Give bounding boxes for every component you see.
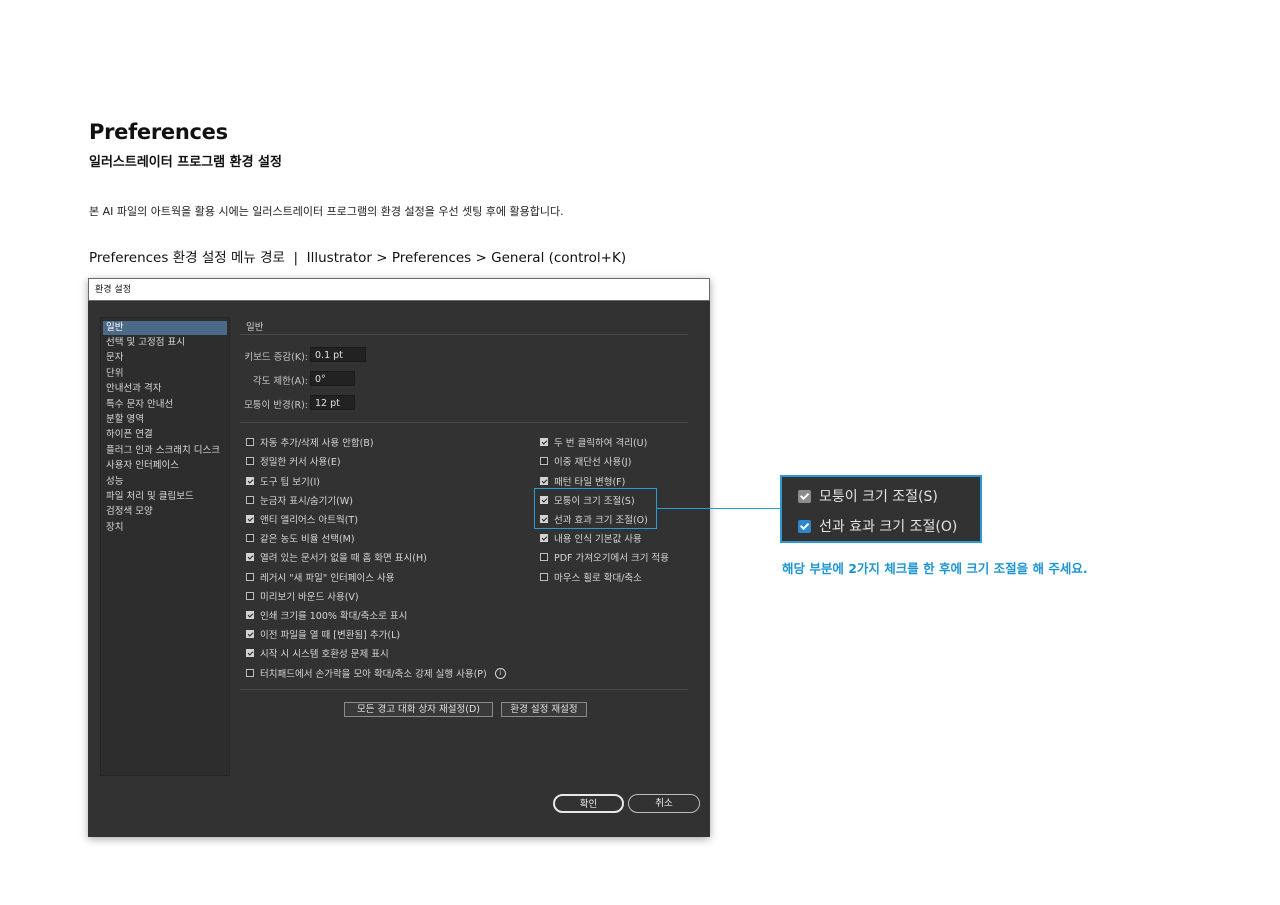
option-precise-cursors[interactable]: 정밀한 커서 사용(E) <box>246 454 341 468</box>
option-append-converted[interactable]: 이전 파일을 열 때 [변환됨] 추가(L) <box>246 627 400 641</box>
option-anti-aliased-artwork[interactable]: 앤티 앨리어스 아트웍(T) <box>246 512 358 526</box>
option-show-hide-rulers[interactable]: 눈금자 표시/숨기기(W) <box>246 493 353 507</box>
sidebar-item-units[interactable]: 단위 <box>103 367 227 381</box>
option-transform-pattern-tiles[interactable]: 패턴 타일 변형(F) <box>540 474 625 488</box>
checkbox-checked[interactable] <box>246 611 254 619</box>
checkbox-checked[interactable] <box>246 630 254 638</box>
checkbox[interactable] <box>246 573 254 581</box>
constrain-angle-label: 각도 제한(A): <box>252 376 308 387</box>
option-touchpad-pinch-zoom[interactable]: 터치패드에서 손가락을 모아 확대/축소 강제 실행 사용(P) i <box>246 666 506 680</box>
sidebar-item-user-interface[interactable]: 사용자 인터페이스 <box>103 459 227 473</box>
page-description: 본 AI 파일의 아트웍을 활용 시에는 일러스트레이터 프로그램의 환경 설정… <box>89 205 564 218</box>
preferences-dialog: 환경 설정 일반 선택 및 고정점 표시 문자 단위 안내선과 격자 특수 문자… <box>88 278 710 837</box>
checkbox-checked[interactable] <box>540 438 548 446</box>
option-content-aware-defaults[interactable]: 내용 인식 기본값 사용 <box>540 531 642 545</box>
sidebar-item-plugins[interactable]: 플러그 인과 스크래치 디스크 <box>103 444 227 458</box>
option-disable-auto-add-delete[interactable]: 자동 추가/삭제 사용 안함(B) <box>246 435 374 449</box>
sidebar-item-devices[interactable]: 장치 <box>103 521 227 535</box>
cancel-button[interactable]: 취소 <box>628 794 700 813</box>
ok-button[interactable]: 확인 <box>553 794 624 813</box>
sidebar-item-slices[interactable]: 분할 영역 <box>103 413 227 427</box>
section-title: 일반 <box>246 322 264 333</box>
callout-option-scale-strokes: 선과 효과 크기 조절(O) <box>798 516 957 536</box>
checkbox-checked[interactable] <box>246 553 254 561</box>
checkbox[interactable] <box>540 457 548 465</box>
sidebar-item-smart-guides[interactable]: 특수 문자 안내선 <box>103 398 227 412</box>
option-pdf-import-scale[interactable]: PDF 가져오기에서 크기 적용 <box>540 550 669 564</box>
section-divider <box>240 334 688 335</box>
sidebar-item-guides-grid[interactable]: 안내선과 격자 <box>103 382 227 396</box>
checkbox-checked-icon <box>798 519 811 533</box>
keyboard-increment-input[interactable]: 0.1 pt <box>310 347 366 362</box>
checkbox-checked[interactable] <box>540 477 548 485</box>
sidebar-item-selection[interactable]: 선택 및 고정점 표시 <box>103 336 227 350</box>
sidebar-item-type[interactable]: 문자 <box>103 351 227 365</box>
checkbox-checked[interactable] <box>246 649 254 657</box>
checkbox[interactable] <box>540 553 548 561</box>
checkbox[interactable] <box>246 496 254 504</box>
constrain-angle-input[interactable]: 0° <box>310 371 355 386</box>
options-divider <box>240 689 688 690</box>
checkbox-checked[interactable] <box>246 477 254 485</box>
option-japanese-crop-marks[interactable]: 이중 재단선 사용(J) <box>540 454 631 468</box>
callout-option-scale-corners: 모퉁이 크기 조절(S) <box>798 486 938 506</box>
sidebar-item-hyphenation[interactable]: 하이픈 연결 <box>103 428 227 442</box>
option-show-tool-tips[interactable]: 도구 팁 보기(I) <box>246 474 320 488</box>
option-preview-bounds[interactable]: 미리보기 바운드 사용(V) <box>246 589 359 603</box>
sidebar-item-file-handling[interactable]: 파일 처리 및 클립보드 <box>103 490 227 504</box>
checkbox[interactable] <box>246 669 254 677</box>
checkbox[interactable] <box>246 592 254 600</box>
reset-preferences-button[interactable]: 환경 설정 재설정 <box>501 702 587 717</box>
checkbox-checked-icon <box>798 489 811 503</box>
sidebar-item-black-appearance[interactable]: 검정색 모양 <box>103 505 227 519</box>
callout-connector <box>656 508 780 509</box>
reset-warnings-button[interactable]: 모든 경고 대화 상자 재설정(D) <box>344 702 493 717</box>
checkbox[interactable] <box>540 573 548 581</box>
highlight-box <box>534 488 657 529</box>
checkbox-checked[interactable] <box>246 515 254 523</box>
option-legacy-new-file[interactable]: 레거시 "새 파일" 인터페이스 사용 <box>246 570 394 584</box>
option-zoom-with-wheel[interactable]: 마우스 휠로 확대/축소 <box>540 570 642 584</box>
option-double-click-isolate[interactable]: 두 번 클릭하여 격리(U) <box>540 435 647 449</box>
fields-divider <box>240 422 688 423</box>
checkbox[interactable] <box>246 438 254 446</box>
option-select-same-tint[interactable]: 같은 농도 비율 선택(M) <box>246 531 355 545</box>
category-sidebar: 일반 선택 및 고정점 표시 문자 단위 안내선과 격자 특수 문자 안내선 분… <box>100 317 230 776</box>
page-title: Preferences <box>89 120 228 144</box>
checkbox[interactable] <box>246 534 254 542</box>
option-print-size-100[interactable]: 인쇄 크기를 100% 확대/축소로 표시 <box>246 608 407 622</box>
option-show-home-screen[interactable]: 열려 있는 문서가 없을 때 홈 화면 표시(H) <box>246 550 427 564</box>
corner-radius-input[interactable]: 12 pt <box>310 395 355 410</box>
option-show-compat-issues[interactable]: 시작 시 시스템 호환성 문제 표시 <box>246 646 389 660</box>
callout-note: 해당 부분에 2가지 체크를 한 후에 크기 조절을 해 주세요. <box>782 561 1088 576</box>
dialog-title: 환경 설정 <box>88 278 710 301</box>
corner-radius-label: 모퉁이 반경(R): <box>244 400 308 411</box>
callout-box: 모퉁이 크기 조절(S) 선과 효과 크기 조절(O) <box>780 475 982 543</box>
page-subtitle: 일러스트레이터 프로그램 환경 설정 <box>89 155 282 170</box>
info-icon[interactable]: i <box>494 667 506 679</box>
menu-path: Preferences 환경 설정 메뉴 경로 | Illustrator > … <box>89 250 627 266</box>
sidebar-item-performance[interactable]: 성능 <box>103 475 227 489</box>
checkbox[interactable] <box>246 457 254 465</box>
checkbox-checked[interactable] <box>540 534 548 542</box>
keyboard-increment-label: 키보드 증감(K): <box>244 352 308 363</box>
sidebar-item-general[interactable]: 일반 <box>103 321 227 335</box>
